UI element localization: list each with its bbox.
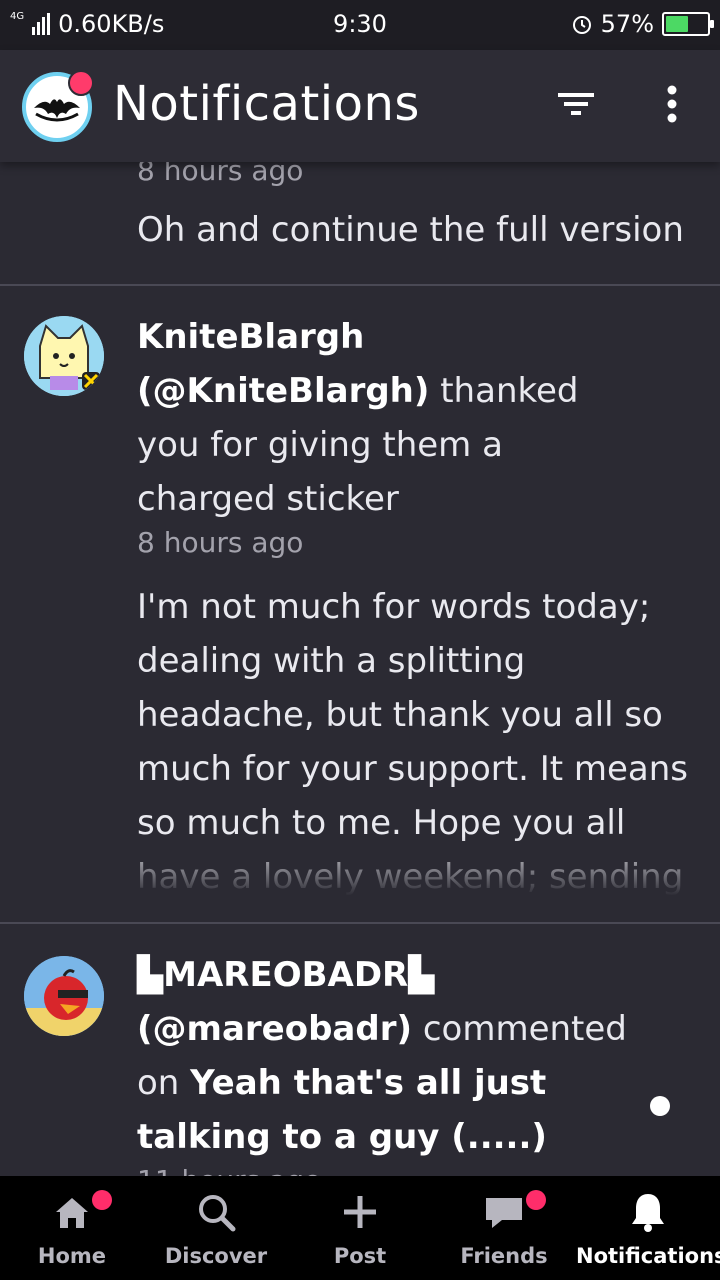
notification-message: I'm not much for words today; dealing wi…	[137, 580, 697, 896]
plus-icon	[344, 1196, 376, 1228]
nav-label: Discover	[164, 1244, 268, 1268]
nav-home[interactable]: Home	[0, 1176, 144, 1280]
user-handle[interactable]: (@KniteBlargh)	[137, 371, 429, 411]
notification-time: 11 hours ago	[137, 1164, 321, 1176]
nav-friends[interactable]: Friends	[432, 1176, 576, 1280]
nav-notifications[interactable]: Notifications	[576, 1176, 720, 1280]
user-handle[interactable]: (@mareobadr)	[137, 1009, 412, 1049]
notification-headline: ▙MAREOBADR▙ (@mareobadr) commented on Ye…	[137, 948, 627, 1164]
notification-item[interactable]: ▙MAREOBADR▙ (@mareobadr) commented on Ye…	[0, 924, 720, 1176]
battery-fill	[666, 16, 688, 32]
chat-icon	[486, 1198, 522, 1228]
logo-notification-dot	[68, 70, 94, 96]
filter-button[interactable]	[552, 80, 600, 128]
user-name[interactable]: KniteBlargh	[137, 317, 364, 357]
avatar[interactable]	[24, 956, 104, 1036]
status-right: 57%	[571, 10, 714, 38]
notification-feed[interactable]: 8 hours ago Oh and continue the full ver…	[0, 50, 720, 1176]
alarm-icon	[572, 16, 591, 34]
home-icon	[56, 1198, 88, 1228]
nav-label: Home	[37, 1244, 107, 1268]
post-title-link[interactable]: Yeah that's all just talking to a guy (.…	[137, 1063, 547, 1157]
notification-message: Oh and continue the full version	[137, 210, 684, 250]
notification-time: 8 hours ago	[137, 526, 304, 559]
notification-headline: KniteBlargh (@KniteBlargh) thanked you f…	[137, 310, 587, 526]
friends-badge	[526, 1190, 546, 1210]
nav-post[interactable]: Post	[288, 1176, 432, 1280]
cat-avatar-icon	[24, 316, 104, 396]
status-bar: 4G 0.60KB/s 9:30 57%	[0, 0, 720, 50]
page-title: Notifications	[113, 76, 420, 132]
nav-label: Notifications	[576, 1244, 720, 1268]
nav-label: Friends	[460, 1244, 548, 1268]
app-bar: Notifications	[0, 50, 720, 162]
community-logo[interactable]	[22, 70, 94, 142]
filter-icon	[558, 93, 594, 115]
more-vertical-icon	[667, 85, 677, 123]
notification-item[interactable]: KniteBlargh (@KniteBlargh) thanked you f…	[0, 286, 720, 924]
nav-discover[interactable]: Discover	[144, 1176, 288, 1280]
battery-icon	[662, 12, 714, 36]
text-fade	[137, 836, 697, 896]
avatar[interactable]	[24, 316, 104, 396]
home-badge	[92, 1190, 112, 1210]
search-icon	[199, 1195, 236, 1232]
user-name[interactable]: ▙MAREOBADR▙	[137, 955, 434, 995]
bell-icon	[632, 1194, 664, 1232]
angry-bird-avatar-icon	[24, 956, 104, 1036]
nav-label: Post	[333, 1244, 387, 1268]
unread-indicator	[650, 1096, 670, 1116]
battery-percent: 57%	[600, 10, 654, 38]
notification-item[interactable]: 8 hours ago Oh and continue the full ver…	[0, 150, 720, 286]
more-options-button[interactable]	[648, 80, 696, 128]
bottom-navigation: Home Discover Post Friends Notifications	[0, 1176, 720, 1280]
